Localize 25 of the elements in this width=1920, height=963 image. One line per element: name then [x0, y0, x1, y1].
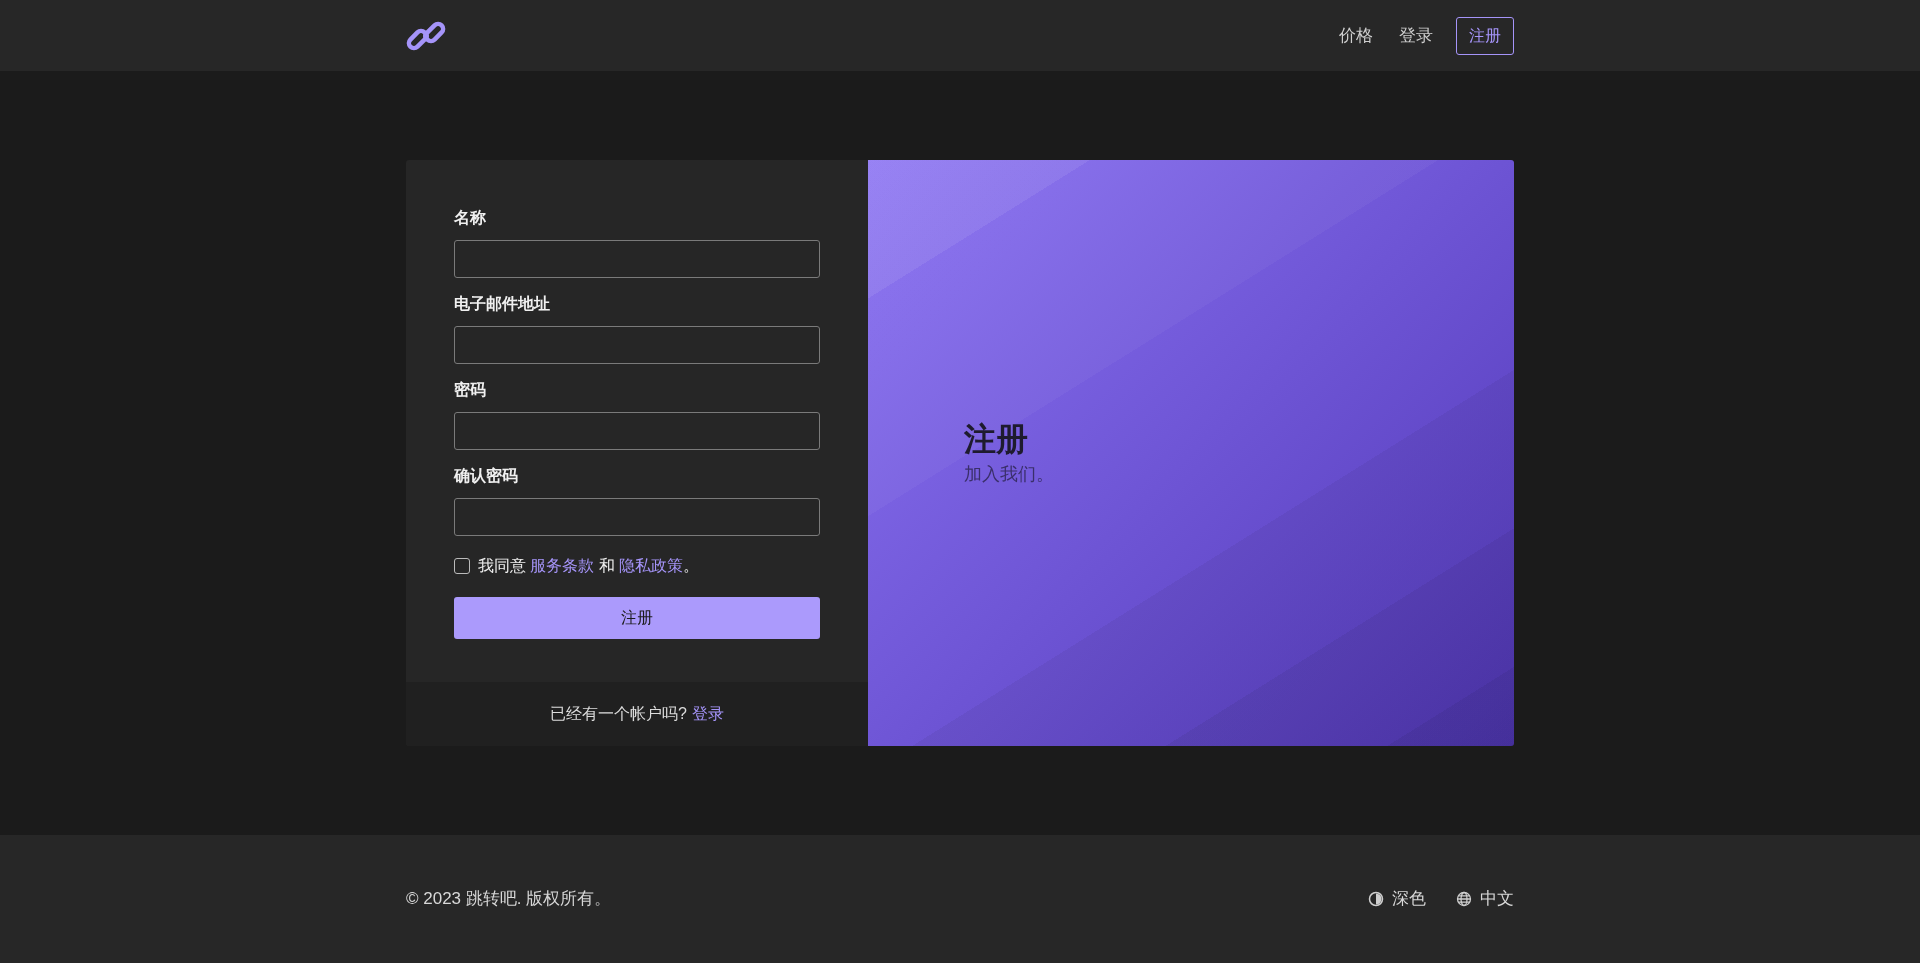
hero-subtitle: 加入我们。 [964, 462, 1055, 486]
copyright-text: © 2023 跳转吧. 版权所有。 [406, 888, 612, 911]
text-input[interactable] [454, 240, 820, 278]
field-label: 名称 [454, 208, 487, 228]
nav-link[interactable]: 登录 [1396, 16, 1436, 55]
theme-toggle[interactable]: 深色 [1368, 886, 1426, 912]
language-selector[interactable]: 中文 [1456, 886, 1514, 912]
login-link[interactable]: 登录 [691, 702, 724, 726]
text-input[interactable] [454, 326, 820, 364]
field-label: 确认密码 [454, 466, 519, 486]
contrast-icon [1368, 891, 1384, 907]
globe-icon [1456, 891, 1472, 907]
submit-button[interactable]: 注册 [454, 597, 820, 639]
policy-link[interactable]: 隐私政策 [619, 557, 684, 574]
agreement-text: 我同意 服务条款 和 隐私政策。 [478, 556, 700, 576]
policy-link[interactable]: 服务条款 [530, 557, 595, 574]
nav-link[interactable]: 价格 [1336, 16, 1376, 55]
text-input[interactable] [454, 412, 820, 450]
login-prompt-text: 已经有一个帐户吗? [550, 704, 687, 724]
agree-checkbox[interactable] [454, 558, 470, 574]
hero-title: 注册 [964, 419, 1029, 459]
field-label: 密码 [454, 380, 487, 400]
signup-button[interactable]: 注册 [1456, 16, 1514, 55]
field-label: 电子邮件地址 [454, 294, 551, 314]
text-input[interactable] [454, 498, 820, 536]
